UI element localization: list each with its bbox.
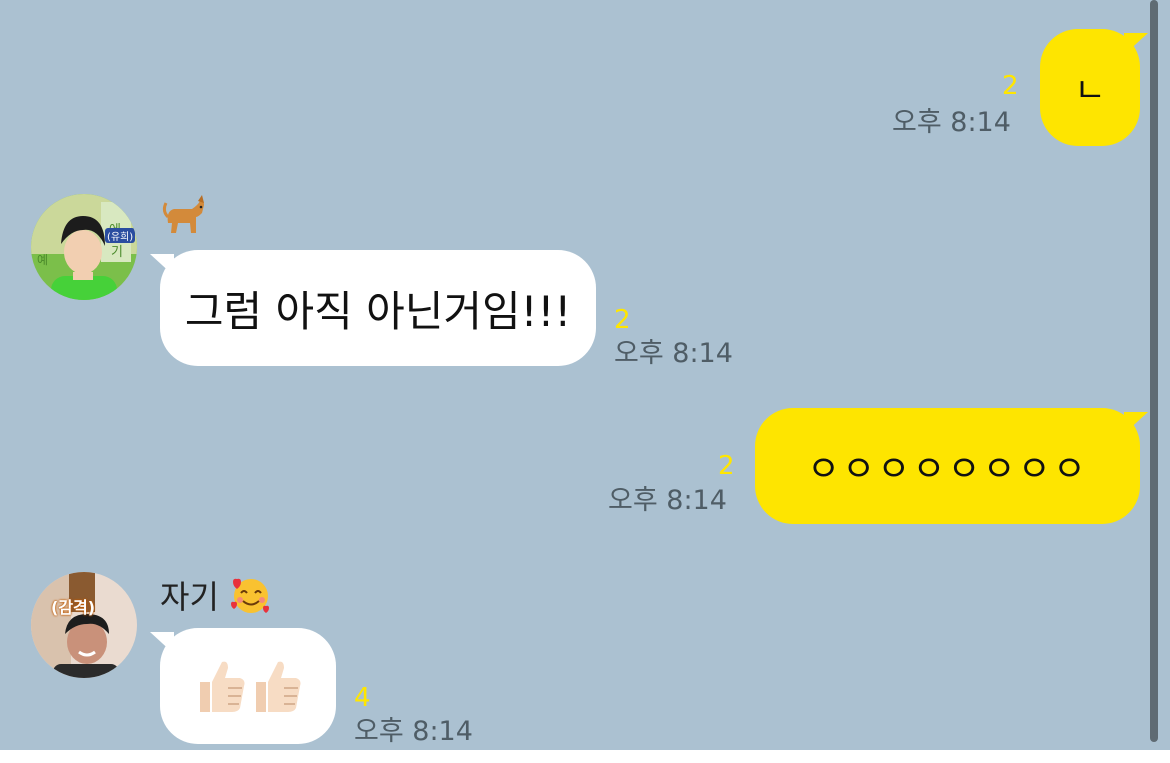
message-timestamp: 오후 8:14	[892, 107, 1011, 138]
my-message-bubble[interactable]: ㅇㅇㅇㅇㅇㅇㅇㅇ	[755, 408, 1140, 524]
their-message-bubble[interactable]: 👍🏻👍🏻	[160, 628, 336, 744]
bubble-tail	[1124, 412, 1148, 434]
avatar-image: 에 기 예	[31, 194, 137, 300]
sender-name: 자기	[160, 572, 273, 618]
message-text: ㄴ	[1074, 71, 1106, 111]
smiling-face-with-hearts-icon	[231, 578, 270, 613]
chat-room-message-list[interactable]: 2 오후 8:14 ㄴ 에 기 예 (유희) 그럼 아직 아닌거임!!!	[0, 0, 1170, 750]
profile-avatar-sender-2[interactable]: (감격)	[31, 572, 137, 678]
svg-text:예: 예	[37, 253, 48, 267]
message-text: ㅇㅇㅇㅇㅇㅇㅇㅇ	[807, 449, 1088, 490]
avatar-image	[31, 572, 137, 678]
bubble-tail	[150, 632, 174, 654]
message-timestamp: 오후 8:14	[608, 485, 727, 516]
message-timestamp: 오후 8:14	[354, 716, 473, 747]
their-message-bubble[interactable]: 그럼 아직 아닌거임!!!	[160, 250, 596, 366]
message-timestamp: 오후 8:14	[614, 338, 733, 369]
avatar-badge-text: (유희)	[105, 228, 136, 243]
sender-name	[162, 193, 208, 247]
profile-avatar-sender-1[interactable]: 에 기 예 (유희)	[31, 194, 137, 300]
dog-emoji-icon	[162, 195, 204, 233]
svg-text:기: 기	[111, 245, 123, 260]
unread-count: 2	[718, 451, 735, 481]
message-text: 그럼 아직 아닌거임!!!	[184, 286, 572, 336]
thumbs-up-icon	[200, 661, 245, 712]
avatar-badge-text: (감격)	[51, 598, 96, 617]
unread-count: 4	[354, 683, 371, 713]
bubble-tail	[1124, 33, 1148, 55]
unread-count: 2	[614, 305, 631, 335]
input-area-edge	[0, 750, 1170, 763]
scrollbar[interactable]	[1150, 0, 1158, 742]
thumbs-up-icon	[256, 661, 301, 712]
unread-count: 2	[1002, 71, 1019, 101]
bubble-tail	[150, 254, 174, 276]
sender-name-text: 자기	[160, 578, 219, 616]
